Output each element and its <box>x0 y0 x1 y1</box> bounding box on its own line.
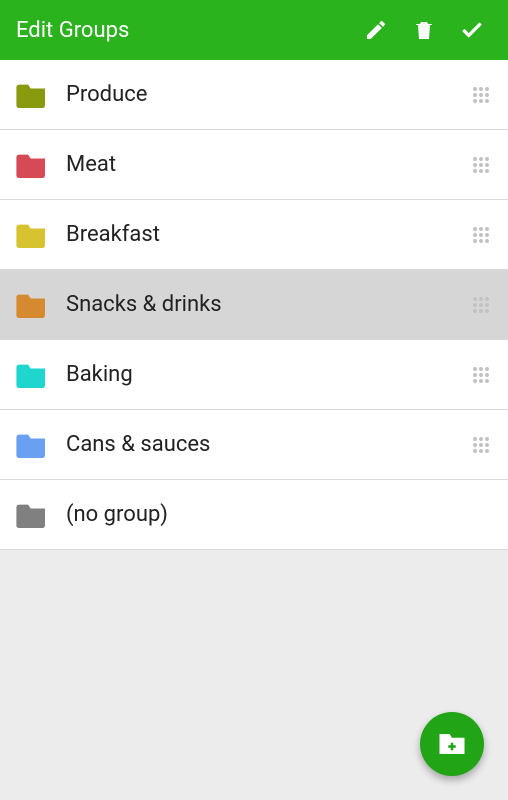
group-label: (no group) <box>66 502 492 527</box>
group-label: Meat <box>66 152 468 177</box>
folder-icon <box>16 362 48 388</box>
add-group-fab[interactable] <box>420 712 484 776</box>
group-label: Breakfast <box>66 222 468 247</box>
appbar: Edit Groups <box>0 0 508 60</box>
group-label: Cans & sauces <box>66 432 468 457</box>
drag-handle-icon[interactable] <box>468 293 492 317</box>
group-list: Produce Meat Breakfast Snacks & drinks Bakin… <box>0 60 508 550</box>
group-row[interactable]: Baking <box>0 340 508 410</box>
delete-icon[interactable] <box>400 6 448 54</box>
group-label: Produce <box>66 82 468 107</box>
done-icon[interactable] <box>448 6 496 54</box>
group-label: Baking <box>66 362 468 387</box>
appbar-title: Edit Groups <box>16 18 352 43</box>
group-row[interactable]: Breakfast <box>0 200 508 270</box>
group-row[interactable]: Snacks & drinks <box>0 270 508 340</box>
folder-icon <box>16 502 48 528</box>
group-row[interactable]: (no group) <box>0 480 508 550</box>
group-row[interactable]: Cans & sauces <box>0 410 508 480</box>
folder-icon <box>16 432 48 458</box>
drag-handle-icon[interactable] <box>468 83 492 107</box>
add-folder-icon <box>437 729 467 759</box>
drag-handle-icon[interactable] <box>468 223 492 247</box>
folder-icon <box>16 292 48 318</box>
group-row[interactable]: Produce <box>0 60 508 130</box>
group-label: Snacks & drinks <box>66 292 468 317</box>
folder-icon <box>16 222 48 248</box>
drag-handle-icon[interactable] <box>468 363 492 387</box>
drag-handle-icon[interactable] <box>468 433 492 457</box>
drag-handle-icon[interactable] <box>468 153 492 177</box>
edit-icon[interactable] <box>352 6 400 54</box>
group-row[interactable]: Meat <box>0 130 508 200</box>
folder-icon <box>16 82 48 108</box>
folder-icon <box>16 152 48 178</box>
